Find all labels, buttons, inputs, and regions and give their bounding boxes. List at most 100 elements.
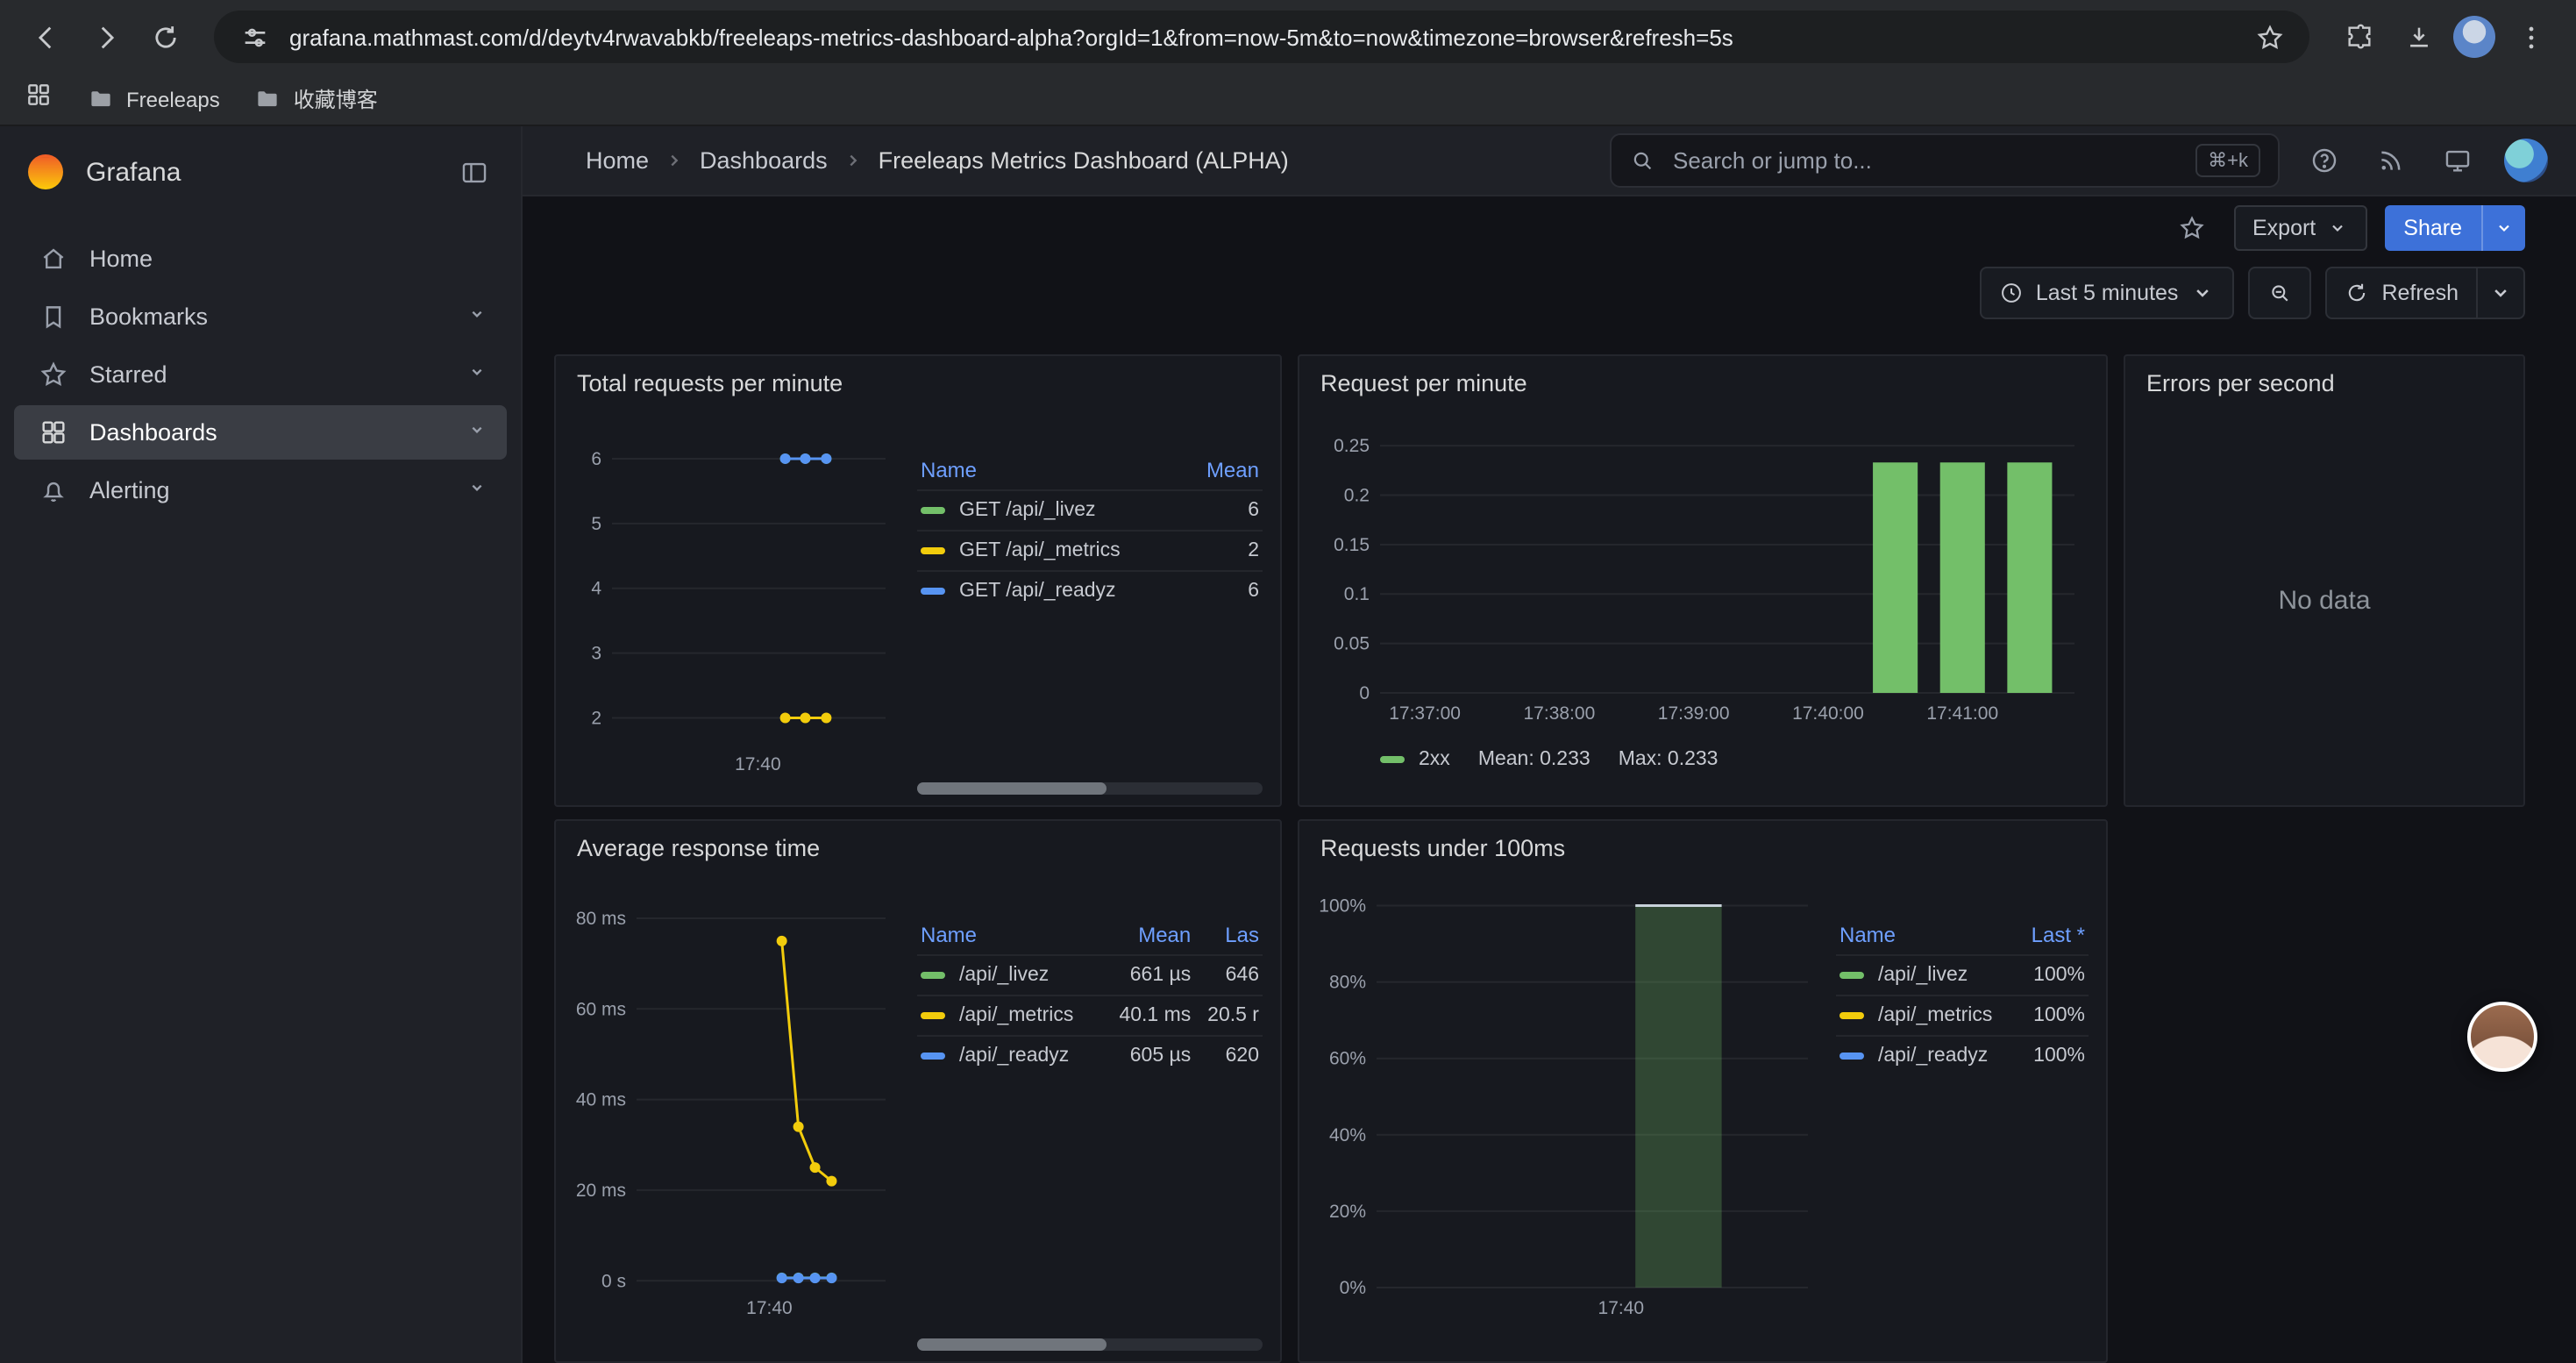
refresh-icon bbox=[2345, 281, 2369, 305]
refresh-interval-button[interactable] bbox=[2476, 268, 2523, 318]
svg-text:20%: 20% bbox=[1329, 1202, 1366, 1222]
legend-column-header[interactable]: Las bbox=[1194, 916, 1263, 955]
legend-series-name[interactable]: /api/_metrics bbox=[1836, 995, 2019, 1036]
panel-requests-under-100ms: Requests under 100ms 100%80%60%40%20%0%1… bbox=[1298, 819, 2108, 1363]
svg-text:40 ms: 40 ms bbox=[576, 1090, 626, 1110]
legend-value: 100% bbox=[2019, 995, 2089, 1036]
browser-menu-button[interactable] bbox=[2506, 12, 2555, 61]
sidebar-item-bookmarks[interactable]: Bookmarks bbox=[14, 289, 507, 344]
legend-row: GET /api/_metrics2 bbox=[917, 531, 1263, 571]
bookmark-folder-blogs[interactable]: 收藏博客 bbox=[255, 84, 378, 114]
legend-scrollbar[interactable] bbox=[917, 1338, 1263, 1351]
legend-column-header[interactable]: Name bbox=[917, 451, 1185, 490]
panel-body: 100%80%60%40%20%0%17:40 NameLast */api/_… bbox=[1317, 870, 2089, 1351]
user-avatar[interactable] bbox=[2504, 139, 2548, 182]
search-input[interactable] bbox=[1669, 146, 2181, 175]
legend-series-name[interactable]: GET /api/_livez bbox=[917, 490, 1185, 531]
legend-value: 100% bbox=[2019, 955, 2089, 995]
panel-title[interactable]: Average response time bbox=[573, 830, 1263, 870]
legend-column-header[interactable]: Name bbox=[917, 916, 1103, 955]
bookmark-folder-freeleaps[interactable]: Freeleaps bbox=[88, 86, 220, 112]
tune-icon bbox=[239, 22, 269, 52]
news-rss-button[interactable] bbox=[2371, 141, 2409, 180]
legend-series-name[interactable]: /api/_livez bbox=[917, 955, 1103, 995]
time-range-picker[interactable]: Last 5 minutes bbox=[1980, 267, 2235, 319]
legend-mean: Mean: 0.233 bbox=[1478, 749, 1590, 770]
legend-series-name[interactable]: /api/_metrics bbox=[917, 995, 1103, 1036]
puzzle-icon bbox=[2344, 22, 2373, 52]
legend-column-header[interactable]: Name bbox=[1836, 916, 2019, 955]
refresh-label: Refresh bbox=[2381, 281, 2459, 305]
chevron-down-icon bbox=[465, 417, 489, 447]
legend-max: Max: 0.233 bbox=[1619, 749, 1719, 770]
downloads-button[interactable] bbox=[2394, 12, 2443, 61]
back-button[interactable] bbox=[21, 12, 70, 61]
sidebar-item-home[interactable]: Home bbox=[14, 232, 507, 286]
export-button[interactable]: Export bbox=[2233, 205, 2366, 251]
sidebar-item-starred[interactable]: Starred bbox=[14, 347, 507, 402]
panel-title[interactable]: Request per minute bbox=[1317, 365, 2089, 405]
share-button[interactable]: Share bbox=[2384, 205, 2481, 251]
sidebar-item-alerting[interactable]: Alerting bbox=[14, 463, 507, 517]
reload-icon bbox=[150, 22, 180, 52]
legend-series-name[interactable]: /api/_readyz bbox=[1836, 1036, 2019, 1075]
legend-value: 605 µs bbox=[1103, 1036, 1194, 1075]
legend-table: NameLast */api/_livez100%/api/_metrics10… bbox=[1836, 916, 2089, 1075]
chevron-down-icon bbox=[2326, 218, 2347, 239]
legend-value: 40.1 ms bbox=[1103, 995, 1194, 1036]
svg-text:40%: 40% bbox=[1329, 1125, 1366, 1145]
scrollbar-thumb[interactable] bbox=[917, 782, 1107, 795]
grafana-logo[interactable] bbox=[25, 151, 67, 193]
bar-gauge-chart[interactable]: 100%80%60%40%20%0%17:40 bbox=[1317, 870, 1818, 1330]
address-bar[interactable]: grafana.mathmast.com/d/deytv4rwavabkb/fr… bbox=[214, 11, 2309, 63]
kebab-menu-icon bbox=[2516, 22, 2545, 52]
timeseries-chart[interactable]: 80 ms60 ms40 ms20 ms0 s17:40 bbox=[573, 870, 900, 1330]
legend-scrollbar[interactable] bbox=[917, 782, 1263, 795]
extensions-button[interactable] bbox=[2334, 12, 2383, 61]
legend-series-name[interactable]: GET /api/_metrics bbox=[917, 531, 1185, 571]
bookmark-star-button[interactable] bbox=[2250, 18, 2288, 56]
panel-title[interactable]: Total requests per minute bbox=[573, 365, 1263, 405]
legend-wrap: NameLast */api/_livez100%/api/_metrics10… bbox=[1818, 870, 2089, 1351]
timeseries-chart[interactable]: 6543217:40 bbox=[573, 405, 900, 795]
bookmark-icon bbox=[39, 302, 68, 332]
site-info-icon[interactable] bbox=[235, 18, 274, 56]
breadcrumb-dashboards[interactable]: Dashboards bbox=[700, 147, 828, 174]
panel-total-requests: Total requests per minute 6543217:40 Nam… bbox=[554, 354, 1282, 807]
refresh-group: Refresh bbox=[2325, 267, 2525, 319]
svg-text:0.1: 0.1 bbox=[1344, 584, 1370, 604]
help-button[interactable] bbox=[2304, 141, 2343, 180]
breadcrumb-home[interactable]: Home bbox=[586, 147, 649, 174]
bookmarks-bar: Freeleaps 收藏博客 bbox=[0, 74, 2576, 126]
svg-text:6: 6 bbox=[591, 449, 601, 469]
browser-profile-avatar[interactable] bbox=[2453, 16, 2495, 58]
zoom-out-button[interactable] bbox=[2248, 267, 2311, 319]
share-menu-button[interactable] bbox=[2481, 205, 2525, 251]
bar-chart[interactable]: 0.250.20.150.10.05017:37:0017:38:0017:39… bbox=[1317, 405, 2089, 739]
chevron-down-icon bbox=[465, 360, 489, 389]
sidebar-item-dashboards[interactable]: Dashboards bbox=[14, 405, 507, 460]
legend-column-header[interactable]: Mean bbox=[1185, 451, 1263, 490]
chevron-right-icon bbox=[663, 149, 686, 172]
legend-series-name[interactable]: 2xx bbox=[1380, 749, 1450, 770]
legend-series-name[interactable]: /api/_readyz bbox=[917, 1036, 1103, 1075]
search-bar[interactable]: ⌘+k bbox=[1610, 133, 2280, 188]
panel-title[interactable]: Errors per second bbox=[2143, 365, 2506, 405]
legend-column-header[interactable]: Last * bbox=[2019, 916, 2089, 955]
legend-series-name[interactable]: GET /api/_readyz bbox=[917, 571, 1185, 610]
clock-icon bbox=[1999, 281, 2024, 305]
panel-title[interactable]: Requests under 100ms bbox=[1317, 830, 2089, 870]
favorite-dashboard-button[interactable] bbox=[2167, 203, 2216, 253]
display-button[interactable] bbox=[2437, 141, 2476, 180]
assistant-avatar[interactable] bbox=[2467, 1002, 2537, 1072]
apps-grid-button[interactable] bbox=[25, 81, 53, 118]
legend-column-header[interactable]: Mean bbox=[1103, 916, 1194, 955]
url-text[interactable]: grafana.mathmast.com/d/deytv4rwavabkb/fr… bbox=[289, 24, 2234, 50]
reload-button[interactable] bbox=[140, 12, 189, 61]
refresh-button[interactable]: Refresh bbox=[2327, 268, 2476, 318]
sidebar-collapse-button[interactable] bbox=[451, 149, 496, 195]
legend-series-name[interactable]: /api/_livez bbox=[1836, 955, 2019, 995]
forward-button[interactable] bbox=[81, 12, 130, 61]
svg-text:0: 0 bbox=[1359, 683, 1370, 703]
scrollbar-thumb[interactable] bbox=[917, 1338, 1107, 1351]
